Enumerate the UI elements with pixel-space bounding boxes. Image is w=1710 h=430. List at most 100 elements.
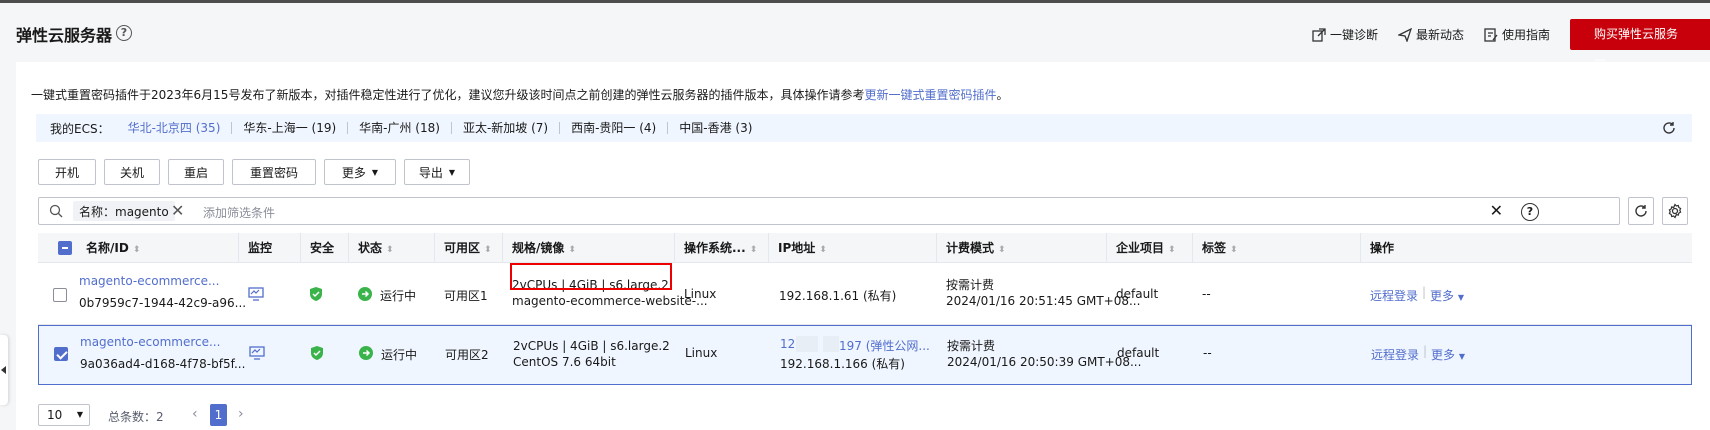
column-divider — [300, 233, 301, 263]
status-text: 运行中 — [380, 289, 417, 303]
diagnose-link[interactable]: 一键诊断 — [1312, 26, 1378, 43]
instance-id: 0b7959c7-1944-42c9-a96... — [79, 296, 247, 310]
sort-icon: ⬍ — [1230, 245, 1238, 255]
col-az-label: 可用区 — [444, 241, 481, 255]
row-more-link[interactable]: 更多 ▼ — [1430, 287, 1464, 304]
status-text: 运行中 — [381, 348, 418, 362]
col-os[interactable]: 操作系统... ⬍ — [684, 233, 757, 263]
remote-login-link[interactable]: 远程登录 — [1371, 346, 1419, 363]
col-spec[interactable]: 规格/镜像 ⬍ — [512, 233, 576, 263]
search-help-icon[interactable]: ? — [1521, 203, 1539, 221]
col-name-id[interactable]: 名称/ID ⬍ — [86, 233, 140, 263]
billing-mode: 按需计费 — [946, 278, 995, 292]
prev-page-button[interactable]: ‹ — [192, 406, 198, 422]
next-page-button[interactable]: › — [238, 406, 244, 422]
total-count: 总条数：2 — [108, 410, 164, 424]
row-more-label: 更多 — [1431, 348, 1456, 362]
sort-icon: ⬍ — [386, 245, 394, 255]
column-divider — [238, 233, 239, 263]
tags-text: -- — [1202, 287, 1211, 301]
notice-suffix: 。 — [996, 88, 1009, 102]
region-item-singapore[interactable]: 亚太-新加坡 (7) — [450, 122, 559, 134]
col-monitor: 监控 — [248, 241, 273, 255]
col-project-label: 企业项目 — [1116, 241, 1165, 255]
instance-name-link[interactable]: magento-ecommerce... — [80, 335, 220, 349]
region-item-guiyang1[interactable]: 西南-贵阳一 (4) — [559, 122, 667, 134]
monitor-icon[interactable] — [248, 287, 264, 301]
row-more-label: 更多 — [1430, 289, 1455, 303]
chevron-down-icon: ▼ — [1457, 293, 1464, 302]
notice-link[interactable]: 更新一键式重置密码插件 — [864, 88, 996, 102]
ip-public: 197 (弹性公网... — [839, 339, 930, 353]
column-divider — [936, 233, 937, 263]
col-az[interactable]: 可用区 ⬍ — [444, 233, 492, 263]
chevron-down-icon: ▼ — [448, 167, 456, 177]
region-item-shanghai1[interactable]: 华东-上海一 (19) — [231, 122, 347, 134]
region-item-hongkong[interactable]: 中国-香港 (3) — [667, 122, 763, 134]
reset-password-button[interactable]: 重置密码 — [232, 159, 316, 185]
region-item-guangzhou[interactable]: 华南-广州 (18) — [347, 122, 451, 134]
remote-login-link[interactable]: 远程登录 — [1370, 287, 1418, 304]
region-item-beijing4[interactable]: 华北-北京四 (35) — [128, 122, 232, 134]
export-dropdown[interactable]: 导出 ▼ — [404, 159, 470, 185]
chevron-down-icon: ▼ — [1458, 352, 1465, 361]
col-status[interactable]: 状态 ⬍ — [358, 233, 394, 263]
sort-icon: ⬍ — [1168, 245, 1176, 255]
column-divider — [768, 233, 769, 263]
row-more-link[interactable]: 更多 ▼ — [1431, 346, 1465, 363]
col-billing[interactable]: 计费模式 ⬍ — [946, 233, 1006, 263]
stop-label: 关机 — [119, 165, 144, 180]
restart-button[interactable]: 重启 — [168, 159, 224, 185]
col-ip[interactable]: IP地址 ⬍ — [778, 233, 827, 263]
monitor-icon[interactable] — [249, 346, 265, 360]
more-label: 更多 — [341, 165, 366, 180]
shield-icon — [310, 287, 322, 301]
stop-button[interactable]: 关机 — [104, 159, 160, 185]
guide-icon — [1484, 27, 1498, 42]
restart-label: 重启 — [183, 165, 208, 180]
ip-private: 192.168.1.166 (私有) — [780, 357, 905, 371]
column-divider — [1106, 233, 1107, 263]
clear-icon[interactable]: ✕ — [1490, 201, 1503, 221]
column-divider — [674, 233, 675, 263]
export-label: 导出 — [418, 165, 443, 180]
more-dropdown[interactable]: 更多 ▼ — [324, 159, 396, 185]
page-size-select[interactable]: 10 ▼ — [38, 404, 90, 426]
settings-button[interactable] — [1662, 197, 1688, 225]
project-text: default — [1116, 287, 1159, 301]
start-button[interactable]: 开机 — [38, 159, 96, 185]
page-number-current[interactable]: 1 — [210, 404, 227, 426]
news-link[interactable]: 最新动态 — [1397, 26, 1464, 43]
column-divider — [1360, 233, 1361, 263]
buy-ecs-button[interactable]: 购买弹性云服务器 — [1570, 19, 1710, 72]
row-checkbox[interactable] — [54, 347, 68, 361]
col-tags[interactable]: 标签 ⬍ — [1202, 233, 1238, 263]
guide-link[interactable]: 使用指南 — [1484, 26, 1550, 43]
refresh-list-button[interactable] — [1628, 197, 1654, 225]
send-icon — [1397, 27, 1412, 42]
ip-private: 192.168.1.61 (私有) — [779, 289, 897, 303]
help-icon[interactable]: ? — [116, 25, 132, 41]
chip-close-icon[interactable]: ✕ — [171, 201, 184, 221]
image-text: CentOS 7.6 64bit — [513, 355, 616, 369]
billing-time: 2024/01/16 20:50:39 GMT+08... — [947, 355, 1142, 369]
search-bar[interactable]: 名称：magento ✕ 添加筛选条件 ✕ ? — [38, 197, 1620, 225]
start-label: 开机 — [54, 165, 79, 180]
instance-id: 9a036ad4-d168-4f78-bf5f... — [80, 357, 246, 371]
search-input[interactable]: 添加筛选条件 — [203, 204, 275, 221]
spec-text: 2vCPUs | 4GiB | s6.large.2 — [513, 339, 670, 353]
os-text: Linux — [685, 346, 718, 360]
select-all-checkbox[interactable] — [58, 241, 72, 255]
redacted-ip-block — [796, 336, 818, 352]
instance-name-link[interactable]: magento-ecommerce... — [79, 274, 219, 288]
op-divider: | — [1423, 344, 1428, 358]
row-checkbox[interactable] — [53, 288, 67, 302]
refresh-icon[interactable] — [1662, 121, 1676, 135]
collapse-sidebar-handle[interactable] — [0, 335, 8, 405]
highlight-annotation — [510, 263, 672, 290]
sort-icon: ⬍ — [998, 245, 1006, 255]
table-row: magento-ecommerce... 9a036ad4-d168-4f78-… — [38, 325, 1692, 385]
az-text: 可用区1 — [444, 289, 488, 303]
page-header: 弹性云服务器 ? 一键诊断 最新动态 使用指南 购买弹性云服务器 — [0, 3, 1710, 72]
col-project[interactable]: 企业项目 ⬍ — [1116, 233, 1176, 263]
